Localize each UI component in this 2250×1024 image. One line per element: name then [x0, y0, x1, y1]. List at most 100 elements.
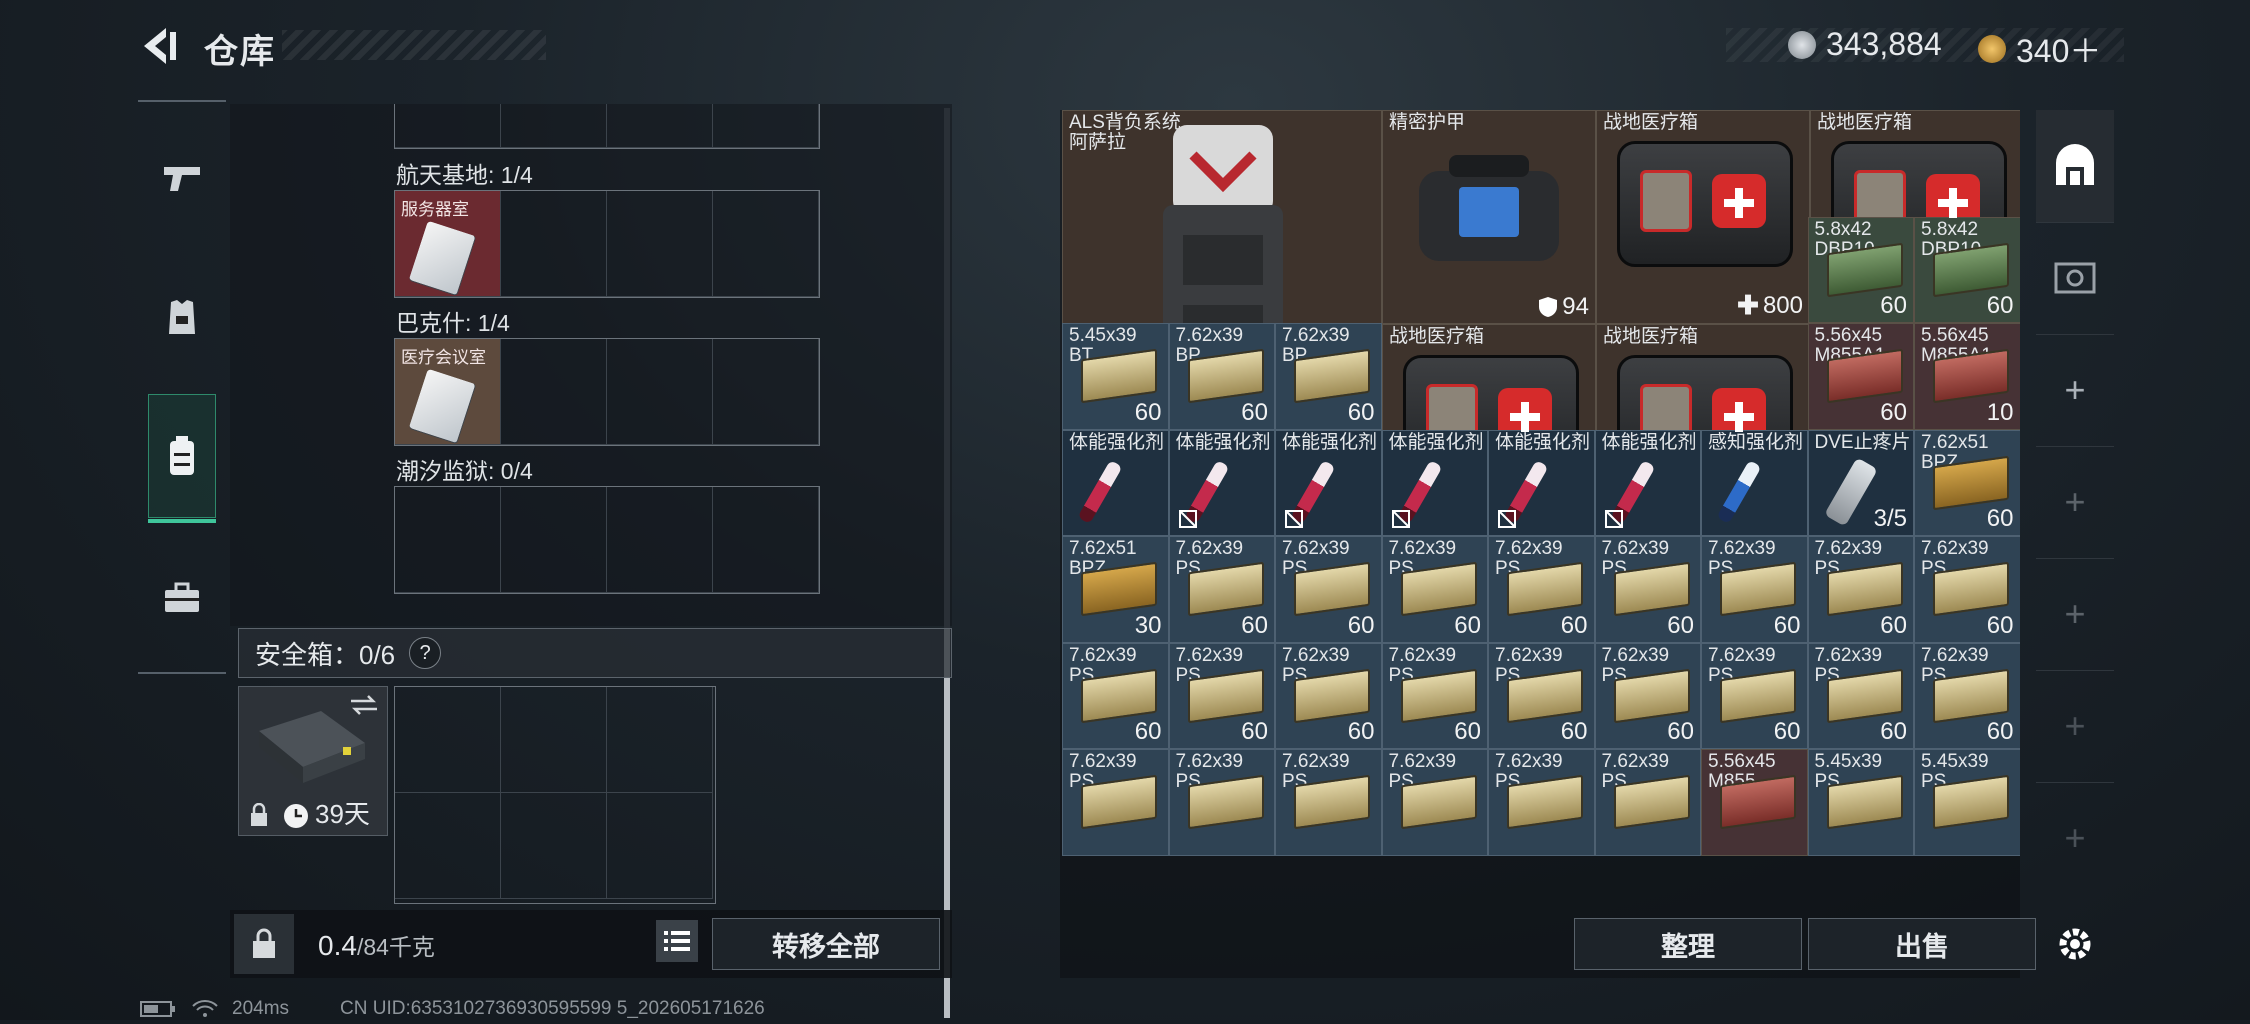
stash-item[interactable]: 体能强化剂 — [1062, 429, 1169, 536]
back-arrow-icon[interactable] — [136, 24, 180, 68]
stash-item[interactable]: 体能强化剂 — [1275, 429, 1382, 536]
stash-item[interactable]: 7.62x39 PS 60 — [1168, 536, 1275, 643]
settings-button[interactable] — [2036, 916, 2114, 972]
stash-item[interactable]: 7.62x51 BPZ 30 — [1062, 536, 1169, 643]
lock-button[interactable] — [234, 914, 294, 974]
sell-button[interactable]: 出售 — [1808, 918, 2036, 970]
plus-icon: + — [2064, 593, 2086, 634]
armor-vest-icon — [169, 300, 195, 334]
stash-item[interactable]: 5.56x45 M855A110 — [1914, 323, 2020, 430]
stash-item[interactable]: 7.62x39 PS — [1594, 749, 1701, 856]
stash-item[interactable]: 7.62x39 PS 60 — [1594, 536, 1701, 643]
add-stash-button[interactable]: + — [2036, 782, 2114, 894]
section-label: 潮汐监狱: 0/4 — [396, 458, 533, 484]
list-view-button[interactable] — [656, 920, 698, 962]
nav-backpack[interactable] — [148, 394, 216, 523]
item-name: 战地医疗箱 — [1603, 326, 1699, 347]
ammo-box-icon — [1081, 348, 1157, 404]
stash-item[interactable]: 5.56x45 M855 — [1701, 749, 1808, 856]
ammo-box-icon — [1933, 774, 2009, 830]
item-count: 60 — [1667, 611, 1694, 639]
item-name: 战地医疗箱 — [1603, 112, 1699, 133]
stash-item[interactable]: 7.62x39 PS — [1488, 749, 1595, 856]
container-scrollbar[interactable] — [944, 108, 950, 1018]
stash-item[interactable]: 5.8x42 DBP10 60 — [1807, 216, 1914, 323]
stash-item[interactable]: 7.62x39 PS 60 — [1381, 536, 1488, 643]
item-count: 60 — [1986, 292, 2014, 319]
stash-item[interactable]: 7.62x39 PS 60 — [1807, 642, 1914, 749]
add-stash-button[interactable]: + — [2036, 558, 2114, 671]
add-stash-button[interactable]: + — [2036, 334, 2114, 447]
stash-item[interactable]: 7.62x39 PS 60 — [1807, 536, 1914, 643]
ammo-box-icon — [1720, 561, 1796, 617]
add-stash-button[interactable]: + — [2036, 670, 2114, 783]
stash-item[interactable]: 7.62x39 PS 60 — [1275, 642, 1382, 749]
top-grid-partial — [394, 104, 820, 149]
ammo-box-icon — [1933, 348, 2009, 404]
stash-item[interactable]: 体能强化剂 — [1381, 429, 1488, 536]
not-insured-icon — [1498, 510, 1516, 528]
nav-weapons[interactable] — [138, 118, 226, 238]
stash-item[interactable]: DVE止疼片 3/5 — [1807, 429, 1914, 536]
stash-item[interactable]: 7.62x39 PS 60 — [1275, 536, 1382, 643]
stash-item[interactable]: 5.45x39 PS — [1914, 749, 2020, 856]
stash-item[interactable]: 体能强化剂 — [1488, 429, 1595, 536]
stash-item[interactable]: 7.62x39 PS 60 — [1488, 536, 1595, 643]
stash-item[interactable]: 7.62x51 BPZ 60 — [1914, 429, 2020, 536]
safe-box-item[interactable]: 39天 — [238, 686, 388, 836]
stash-item[interactable]: 7.62x39 PS 60 — [1488, 642, 1595, 749]
stash-item[interactable]: 7.62x39 PS 60 — [1168, 642, 1275, 749]
stash-item[interactable]: 5.45x39 BT 60 — [1062, 323, 1169, 430]
stash-item[interactable]: 5.45x39 PS — [1807, 749, 1914, 856]
stash-item[interactable]: 7.62x39 PS 60 — [1594, 642, 1701, 749]
stash-item-armor[interactable]: 精密护甲 94 — [1382, 110, 1596, 324]
item-name: 体能强化剂 — [1282, 431, 1378, 453]
stash-item[interactable]: 5.56x45 M855A160 — [1807, 323, 1914, 430]
clock-icon — [284, 804, 308, 828]
item-count: 60 — [1880, 292, 1907, 319]
item-name: 精密护甲 — [1389, 112, 1466, 133]
wifi-icon — [192, 1000, 218, 1024]
stash-item[interactable]: 7.62x39 BP 60 — [1168, 323, 1275, 430]
item-name: DVE止疼片 — [1814, 431, 1911, 453]
stash-item[interactable]: 7.62x39 PS — [1062, 749, 1169, 856]
item-count: 60 — [1347, 718, 1375, 745]
durability-shield-icon — [1539, 297, 1558, 317]
help-icon[interactable]: ? — [409, 637, 442, 669]
currency-secondary[interactable]: 340＋ — [1978, 26, 2101, 72]
item-count: 60 — [1347, 611, 1375, 639]
lock-icon — [251, 803, 267, 826]
stash-tab-main[interactable] — [2036, 110, 2114, 223]
nav-toolbox[interactable] — [138, 538, 226, 658]
stash-item-medkit[interactable]: 战地医疗箱 ✚800 — [1596, 110, 1810, 324]
stash-item[interactable]: 体能强化剂 — [1168, 429, 1275, 536]
ammo-box-icon — [1613, 774, 1690, 830]
stash-item[interactable]: 7.62x39 PS 60 — [1701, 536, 1808, 643]
not-insured-icon — [1178, 510, 1197, 528]
sort-button[interactable]: 整理 — [1574, 918, 1802, 970]
item-count: 60 — [1134, 718, 1162, 745]
stash-item[interactable]: 体能强化剂 — [1594, 429, 1701, 536]
keycard-item[interactable]: 服务器室 — [395, 191, 501, 297]
currency-secondary-value[interactable]: 340＋ — [2016, 26, 2101, 72]
stash-item[interactable]: 7.62x39 PS 60 — [1381, 642, 1488, 749]
keycard-item[interactable]: 医疗会议室 — [395, 339, 501, 445]
stash-item[interactable]: 7.62x39 PS 60 — [1062, 642, 1169, 749]
stash-item[interactable]: 7.62x39 PS — [1275, 749, 1382, 856]
swap-icon[interactable] — [349, 695, 379, 715]
stash-item[interactable]: 5.8x42 DBP10 60 — [1914, 216, 2020, 323]
stash-item[interactable]: 7.62x39 PS 60 — [1914, 642, 2020, 749]
nav-armor[interactable] — [138, 258, 226, 378]
stash-item[interactable]: 7.62x39 PS 60 — [1914, 536, 2020, 643]
stash-item[interactable]: 7.62x39 PS 60 — [1701, 642, 1808, 749]
stash-item[interactable]: 7.62x39 BP 60 — [1275, 323, 1382, 430]
stash-tab-secondary[interactable] — [2036, 222, 2114, 335]
transfer-all-button[interactable]: 转移全部 — [712, 918, 940, 970]
battery-icon — [140, 1000, 176, 1024]
ammo-box-icon — [1081, 561, 1157, 617]
add-stash-button[interactable]: + — [2036, 446, 2114, 559]
stash-item[interactable]: 7.62x39 PS — [1381, 749, 1488, 856]
stash-item[interactable]: 7.62x39 PS — [1168, 749, 1275, 856]
item-name: 体能强化剂 — [1175, 431, 1271, 453]
stash-item[interactable]: 感知强化剂 — [1701, 429, 1808, 536]
